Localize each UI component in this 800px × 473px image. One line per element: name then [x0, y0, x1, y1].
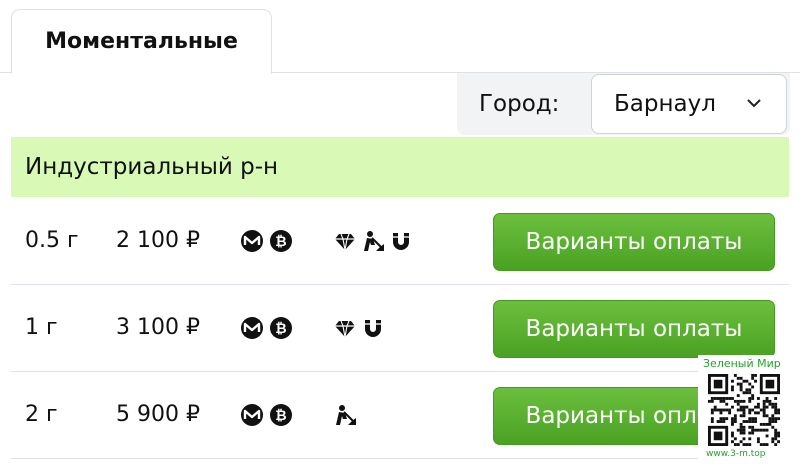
payment-coins: ₿	[241, 404, 292, 426]
delivery-types	[334, 404, 356, 426]
monero-icon	[241, 404, 263, 426]
tab-instant[interactable]: Моментальные	[11, 9, 272, 74]
monero-icon	[241, 317, 263, 339]
watermark-title: Зеленый Мир	[703, 357, 781, 370]
svg-text:₿: ₿	[275, 321, 286, 337]
digging-person-icon	[336, 405, 356, 425]
delivery-types	[334, 230, 412, 252]
payment-coins: ₿	[241, 230, 292, 252]
product-row: 2 г5 900 ₽ ₿ Варианты оплаты	[11, 372, 789, 459]
district-name: Индустриальный р-н	[25, 154, 279, 180]
city-filter: Город: Барнаул	[457, 73, 790, 135]
payment-options-button[interactable]: Варианты оплаты	[493, 213, 775, 271]
svg-text:₿: ₿	[275, 234, 286, 250]
tab-bar: Моментальные	[0, 0, 800, 74]
district-header: Индустриальный р-н	[11, 137, 789, 197]
watermark: Зеленый Мир www.3-m.top	[698, 355, 800, 473]
payment-options-button[interactable]: Варианты оплаты	[493, 300, 775, 358]
magnet-icon	[365, 320, 381, 337]
magnet-icon	[393, 233, 409, 250]
product-row: 0.5 г 2 100 ₽ ₿ Варианты оплаты	[11, 198, 789, 285]
monero-icon	[241, 230, 263, 252]
delivery-types	[334, 317, 384, 339]
qr-code-icon	[708, 374, 780, 446]
city-select-value: Барнаул	[614, 91, 716, 117]
row-weight: 0.5 г	[25, 228, 79, 253]
row-price: 2 100 ₽	[116, 228, 200, 253]
svg-text:₿: ₿	[275, 408, 286, 424]
bitcoin-icon: ₿	[270, 230, 292, 252]
diamond-icon	[335, 233, 355, 251]
city-select[interactable]: Барнаул	[591, 74, 787, 134]
row-price: 5 900 ₽	[116, 402, 200, 427]
bitcoin-icon: ₿	[270, 317, 292, 339]
chevron-down-icon	[747, 99, 761, 108]
row-price: 3 100 ₽	[116, 315, 200, 340]
bitcoin-icon: ₿	[270, 404, 292, 426]
payment-coins: ₿	[241, 317, 292, 339]
digging-person-icon	[364, 231, 384, 251]
row-weight: 2 г	[25, 402, 58, 427]
product-row: 1 г 3 100 ₽ ₿ Варианты оплаты	[11, 285, 789, 372]
watermark-url: www.3-m.top	[706, 449, 766, 459]
row-weight: 1 г	[25, 315, 58, 340]
city-label: Город:	[479, 91, 560, 117]
diamond-icon	[335, 320, 355, 338]
